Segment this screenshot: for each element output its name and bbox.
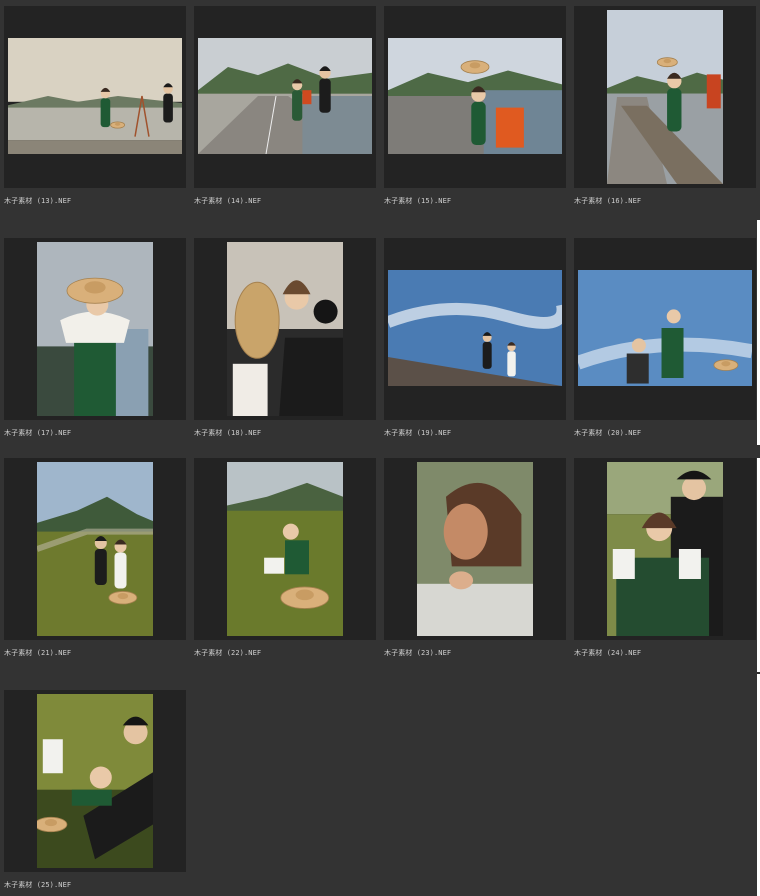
- thumbnail-cell[interactable]: 木子素材 (25).NEF: [0, 684, 190, 896]
- thumbnail-tile[interactable]: [384, 458, 566, 640]
- thumbnail-cell[interactable]: 木子素材 (14).NEF: [190, 0, 380, 232]
- thumbnail-tile[interactable]: [574, 6, 756, 188]
- thumbnail-cell[interactable]: 木子素材 (24).NEF: [570, 452, 760, 684]
- thumbnail-filename: 木子素材 (22).NEF: [194, 649, 262, 657]
- thumbnail-image[interactable]: [37, 462, 153, 636]
- thumbnail-tile[interactable]: [384, 238, 566, 420]
- thumbnail-filename: 木子素材 (20).NEF: [574, 429, 642, 437]
- thumbnail-filename: 木子素材 (24).NEF: [574, 649, 642, 657]
- thumbnail-cell[interactable]: 木子素材 (16).NEF: [570, 0, 760, 232]
- thumbnail-image[interactable]: [37, 242, 153, 416]
- thumbnail-tile[interactable]: [574, 458, 756, 640]
- thumbnail-image[interactable]: [37, 694, 153, 868]
- thumbnail-filename: 木子素材 (15).NEF: [384, 197, 452, 205]
- thumbnail-image[interactable]: [8, 38, 182, 154]
- thumbnail-tile[interactable]: [4, 238, 186, 420]
- thumbnail-filename: 木子素材 (23).NEF: [384, 649, 452, 657]
- thumbnail-tile[interactable]: [194, 238, 376, 420]
- thumbnail-image[interactable]: [227, 242, 343, 416]
- thumbnail-cell[interactable]: 木子素材 (13).NEF: [0, 0, 190, 232]
- thumbnail-cell[interactable]: 木子素材 (17).NEF: [0, 232, 190, 464]
- thumbnail-tile[interactable]: [194, 458, 376, 640]
- thumbnail-tile[interactable]: [194, 6, 376, 188]
- thumbnail-image[interactable]: [227, 462, 343, 636]
- thumbnail-tile[interactable]: [574, 238, 756, 420]
- thumbnail-tile[interactable]: [4, 690, 186, 872]
- thumbnail-filename: 木子素材 (17).NEF: [4, 429, 72, 437]
- thumbnail-image[interactable]: [578, 270, 752, 386]
- thumbnail-filename: 木子素材 (14).NEF: [194, 197, 262, 205]
- thumbnail-image[interactable]: [198, 38, 372, 154]
- thumbnail-tile[interactable]: [4, 6, 186, 188]
- thumbnail-image[interactable]: [388, 38, 562, 154]
- thumbnail-image[interactable]: [607, 462, 723, 636]
- thumbnail-cell[interactable]: 木子素材 (20).NEF: [570, 232, 760, 464]
- thumbnail-cell[interactable]: 木子素材 (22).NEF: [190, 452, 380, 684]
- thumbnail-image[interactable]: [607, 10, 723, 184]
- thumbnail-browser: 木子素材 (13).NEF 木子素材 (14).NEF 木子素材 (15).NE…: [0, 0, 760, 896]
- thumbnail-image[interactable]: [388, 270, 562, 386]
- thumbnail-cell[interactable]: 木子素材 (15).NEF: [380, 0, 570, 232]
- thumbnail-tile[interactable]: [4, 458, 186, 640]
- thumbnail-filename: 木子素材 (13).NEF: [4, 197, 72, 205]
- thumbnail-filename: 木子素材 (18).NEF: [194, 429, 262, 437]
- thumbnail-cell[interactable]: 木子素材 (19).NEF: [380, 232, 570, 464]
- thumbnail-cell[interactable]: 木子素材 (18).NEF: [190, 232, 380, 464]
- thumbnail-tile[interactable]: [384, 6, 566, 188]
- thumbnail-image[interactable]: [417, 462, 533, 636]
- thumbnail-cell[interactable]: 木子素材 (23).NEF: [380, 452, 570, 684]
- thumbnail-filename: 木子素材 (19).NEF: [384, 429, 452, 437]
- thumbnail-filename: 木子素材 (25).NEF: [4, 881, 72, 889]
- thumbnail-filename: 木子素材 (21).NEF: [4, 649, 72, 657]
- thumbnail-cell[interactable]: 木子素材 (21).NEF: [0, 452, 190, 684]
- thumbnail-filename: 木子素材 (16).NEF: [574, 197, 642, 205]
